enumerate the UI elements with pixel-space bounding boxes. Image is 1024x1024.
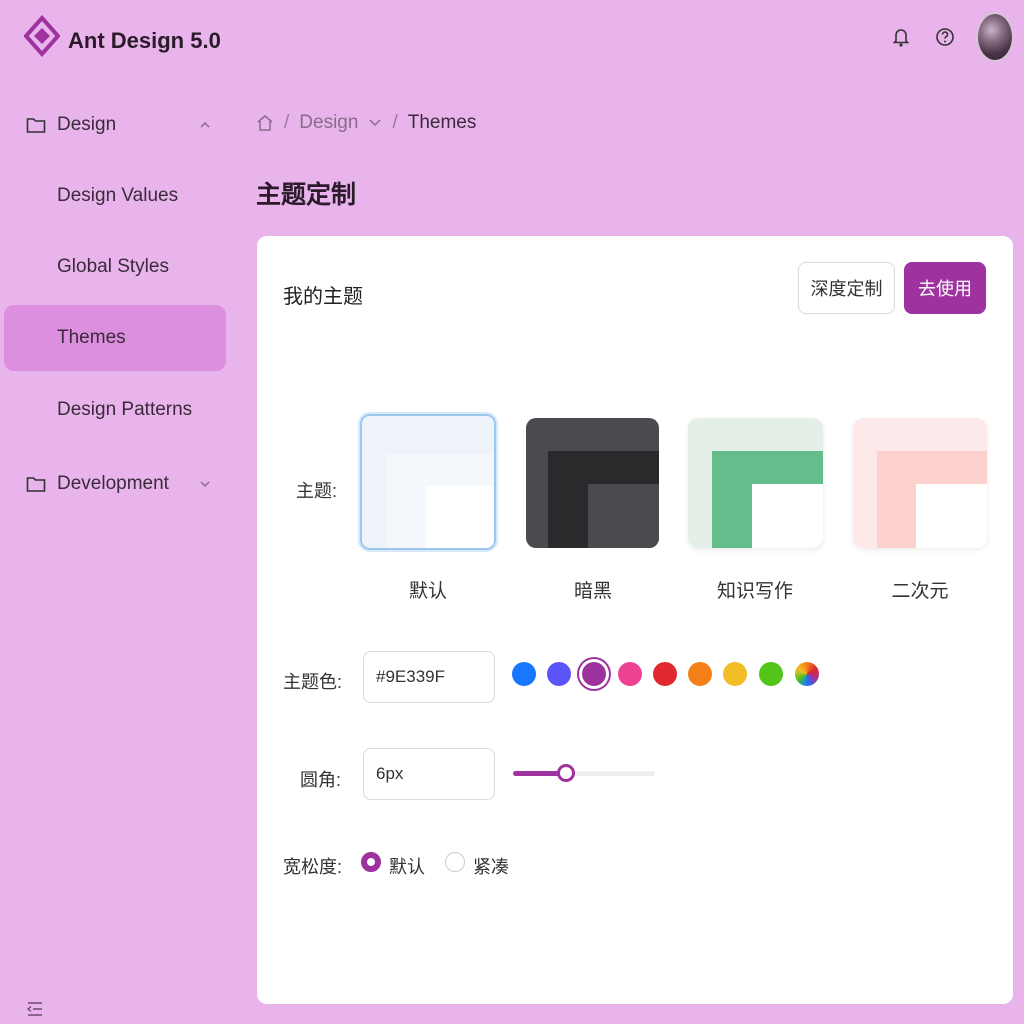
sidebar-item-design-values[interactable]: Design Values	[4, 163, 226, 229]
dark-theme-thumbnail-icon	[526, 418, 659, 548]
theme-name-dark: 暗黑	[573, 581, 612, 602]
sidebar-item-label: Themes	[57, 327, 126, 348]
chevron-down-icon[interactable]	[368, 118, 382, 128]
sidebar-item-label: Design Patterns	[57, 399, 193, 420]
color-swatch-purple[interactable]	[582, 662, 606, 686]
breadcrumb-separator: /	[284, 112, 290, 133]
primary-color-label: 主题色:	[283, 672, 343, 692]
theme-name-writing: 知识写作	[716, 581, 793, 602]
deep-customize-button[interactable]: 深度定制	[798, 262, 895, 314]
color-swatch-red[interactable]	[653, 662, 677, 686]
sidebar-item-global-styles[interactable]: Global Styles	[4, 234, 226, 300]
sidebar-item-design-patterns[interactable]: Design Patterns	[4, 377, 226, 443]
top-header: Ant Design 5.0	[0, 0, 1024, 80]
theme-name-anime: 二次元	[891, 581, 949, 602]
bell-icon[interactable]	[890, 26, 912, 48]
density-radio-compact[interactable]	[445, 852, 465, 872]
avatar[interactable]	[976, 12, 1014, 62]
primary-color-input[interactable]: #9E339F	[363, 651, 495, 703]
home-icon[interactable]	[256, 114, 274, 132]
color-swatch-yellow[interactable]	[723, 662, 747, 686]
menu-collapse-icon[interactable]	[26, 998, 44, 1020]
page-title: 主题定制	[256, 181, 357, 209]
breadcrumb-item-themes: Themes	[407, 112, 477, 133]
app-title[interactable]: Ant Design 5.0	[68, 28, 221, 54]
theme-label: 主题:	[295, 481, 337, 501]
color-swatch-indigo[interactable]	[547, 662, 571, 686]
breadcrumb-item-design[interactable]: Design	[299, 112, 358, 134]
color-swatch-orange[interactable]	[688, 662, 712, 686]
theme-option-default[interactable]	[360, 414, 496, 550]
color-swatch-green[interactable]	[759, 662, 783, 686]
chevron-down-icon	[200, 481, 210, 488]
card-title: 我的主题	[283, 286, 363, 308]
color-picker-gradient-icon[interactable]	[795, 662, 819, 686]
sidebar: Design Design Values Global Styles Theme…	[0, 80, 240, 1024]
help-icon[interactable]	[934, 26, 956, 48]
sidebar-item-label: Development	[57, 473, 169, 494]
sidebar-item-label: Global Styles	[57, 256, 169, 277]
folder-icon	[26, 477, 46, 492]
anime-theme-thumbnail-icon	[853, 418, 987, 548]
theme-option-dark[interactable]	[526, 418, 659, 548]
writing-theme-thumbnail-icon	[688, 418, 823, 548]
border-radius-label: 圆角:	[300, 770, 342, 790]
sidebar-item-design[interactable]: Design	[4, 92, 226, 158]
ant-design-logo-icon[interactable]	[24, 14, 60, 60]
border-radius-input[interactable]: 6px	[363, 748, 495, 800]
density-option-default-label[interactable]: 默认	[389, 853, 425, 879]
folder-icon	[26, 118, 46, 133]
theme-name-default: 默认	[408, 581, 447, 602]
density-radio-default[interactable]	[361, 852, 381, 872]
sidebar-item-label: Design	[57, 114, 117, 135]
sidebar-item-development[interactable]: Development	[4, 451, 226, 517]
sidebar-item-label: Design Values	[57, 185, 179, 206]
theme-option-writing[interactable]	[688, 418, 823, 548]
chevron-up-icon	[200, 121, 210, 128]
border-radius-slider-handle[interactable]	[556, 764, 575, 782]
default-theme-thumbnail-icon	[362, 416, 494, 548]
theme-card: 我的主题 深度定制 去使用 主题: 默认 暗黑 知识写作 二次元 主题色: #9…	[257, 236, 1013, 1004]
theme-option-anime[interactable]	[853, 418, 987, 548]
density-label: 宽松度:	[283, 857, 343, 877]
sidebar-item-themes[interactable]: Themes	[4, 305, 226, 371]
density-option-compact-label[interactable]: 紧凑	[473, 853, 509, 879]
apply-theme-button[interactable]: 去使用	[904, 262, 986, 314]
breadcrumb: / Design / Themes	[256, 110, 476, 136]
color-swatch-blue[interactable]	[512, 662, 536, 686]
color-swatch-pink[interactable]	[618, 662, 642, 686]
breadcrumb-separator: /	[392, 112, 398, 133]
